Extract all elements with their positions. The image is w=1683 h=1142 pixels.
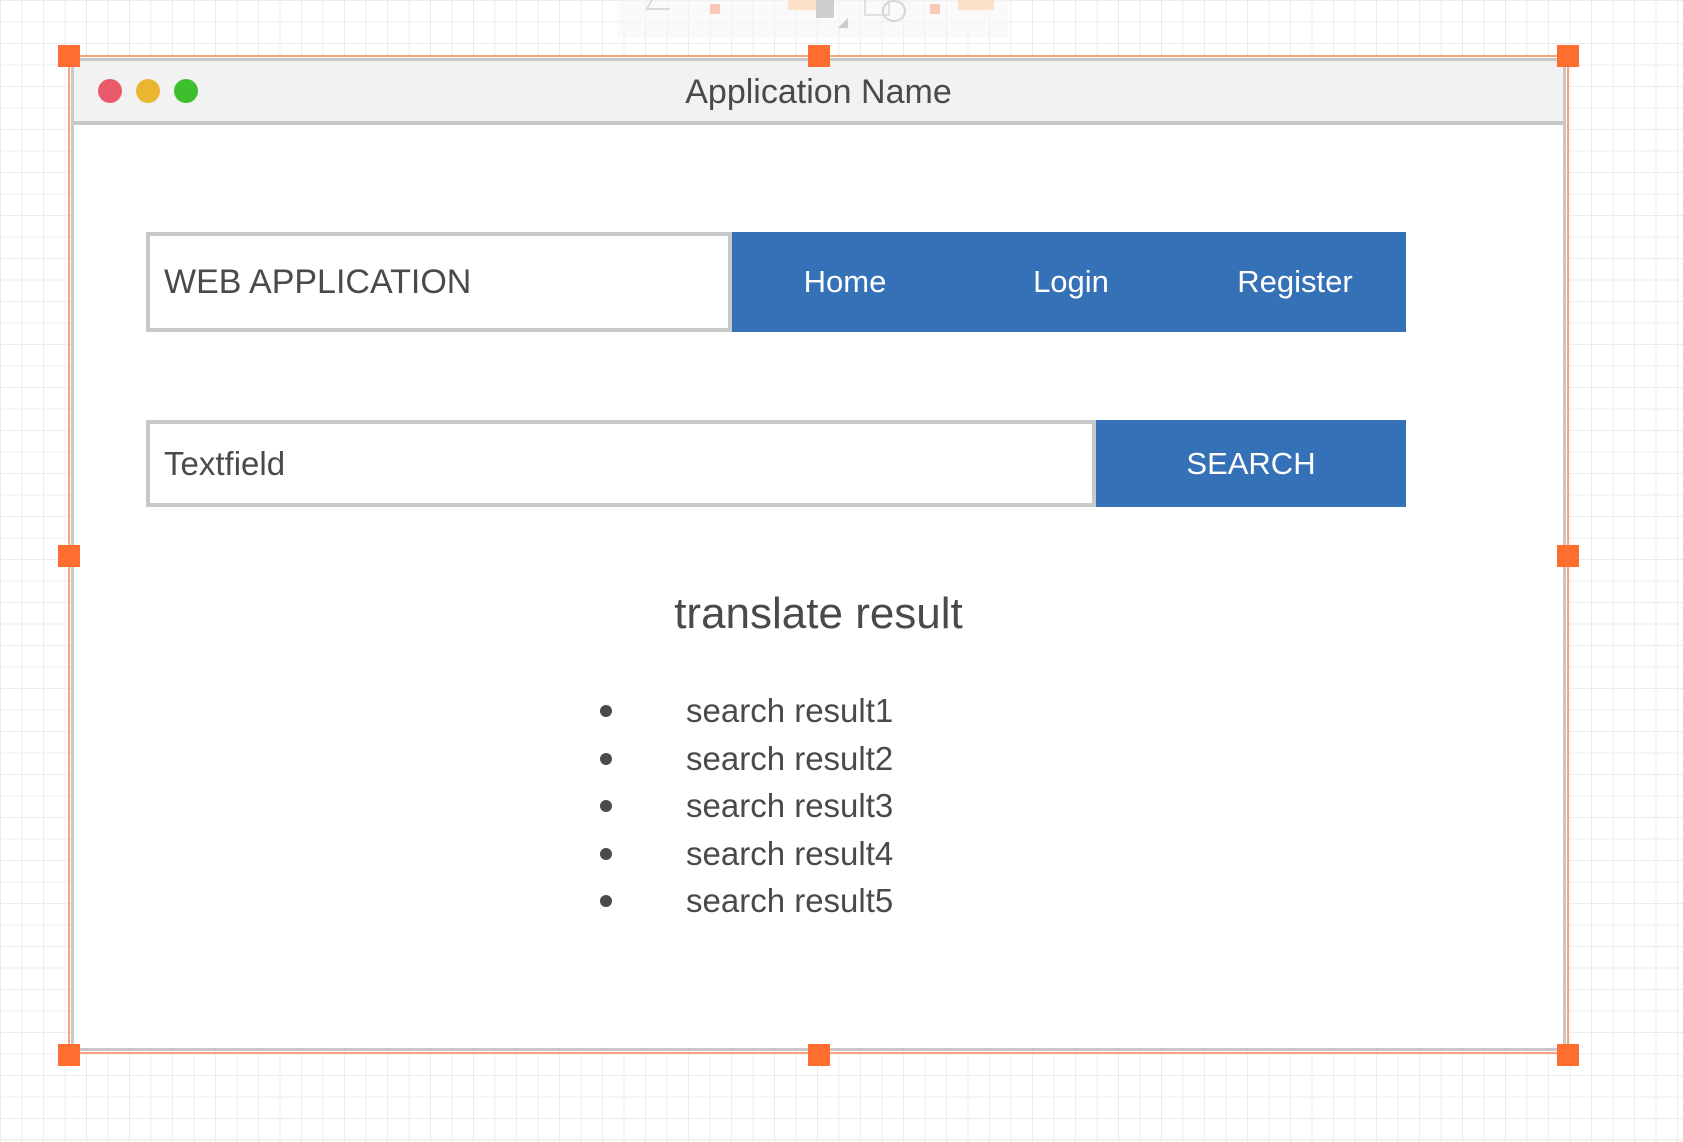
resize-handle-right[interactable]	[1557, 545, 1579, 567]
toolbar-swatch-icon	[710, 4, 720, 14]
toolbar-shape-icon	[645, 0, 675, 10]
toolbar-resize-icon	[838, 18, 848, 28]
selection-frame	[68, 55, 1569, 1054]
toolbar-layer-icon	[816, 0, 834, 18]
gear-icon	[882, 0, 906, 22]
resize-handle-top-right[interactable]	[1557, 45, 1579, 67]
resize-handle-bottom-left[interactable]	[58, 1044, 80, 1066]
toolbar-fill-icon	[958, 0, 994, 10]
resize-handle-left[interactable]	[58, 545, 80, 567]
toolbar-swatch-icon	[930, 4, 940, 14]
resize-handle-bottom-right[interactable]	[1557, 1044, 1579, 1066]
resize-handle-top-left[interactable]	[58, 45, 80, 67]
resize-handle-top[interactable]	[808, 45, 830, 67]
resize-handle-bottom[interactable]	[808, 1044, 830, 1066]
editor-toolbar	[618, 0, 1008, 38]
